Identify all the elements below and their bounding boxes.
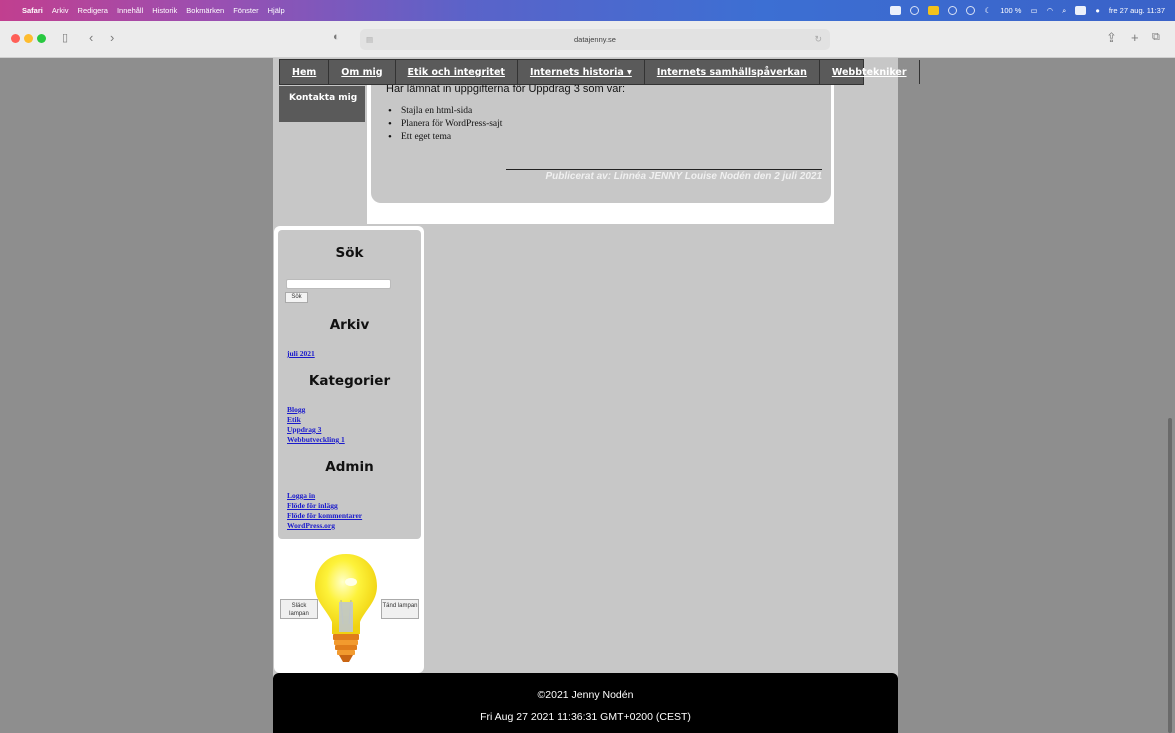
categories-heading: Kategorier — [308, 373, 391, 389]
status-camera-icon[interactable] — [910, 6, 920, 15]
clock[interactable]: fre 27 aug. 11:37 — [1109, 6, 1165, 15]
nav-hem[interactable]: Hem — [280, 60, 330, 84]
status-power-icon[interactable] — [966, 6, 976, 15]
zoom-window-icon[interactable] — [37, 34, 46, 43]
nav-om-mig[interactable]: Om mig — [329, 60, 396, 84]
battery-percent[interactable]: 100 % — [1000, 6, 1021, 15]
battery-icon[interactable]: ▭ — [1030, 6, 1037, 15]
admin-heading: Admin — [325, 459, 374, 475]
moon-icon[interactable]: ☾ — [984, 6, 991, 15]
privacy-shield-icon[interactable]: ◐ — [333, 31, 340, 43]
menu-safari[interactable]: Safari — [22, 6, 43, 15]
menu-historik[interactable]: Historik — [152, 6, 177, 15]
back-icon[interactable]: ‹ — [89, 30, 93, 45]
admin-link[interactable]: Logga in — [287, 491, 315, 500]
address-bar[interactable]: ▤ datajenny.se ↻ — [360, 29, 830, 50]
page-icon: ▤ — [366, 35, 374, 44]
menu-innehall[interactable]: Innehåll — [117, 6, 143, 15]
nav-etik[interactable]: Etik och integritet — [396, 60, 518, 84]
post-list: Stajla en html-sida Planera för WordPres… — [388, 105, 502, 145]
nav-samhallspaverkan[interactable]: Internets samhällspåverkan — [645, 60, 820, 84]
site-footer: ©2021 Jenny Nodén Fri Aug 27 2021 11:36:… — [273, 673, 898, 733]
nav-webbtekniker[interactable]: Webbtekniker — [820, 60, 920, 84]
wifi-icon[interactable]: ◠ — [1047, 6, 1054, 15]
byline-divider — [506, 169, 822, 170]
post-byline: Publicerat av: Linnéa JENNY Louise Nodén… — [545, 171, 822, 182]
turn-off-lamp-button[interactable]: Släck lampan — [280, 599, 318, 619]
status-notes-icon[interactable] — [928, 6, 940, 15]
search-heading: Sök — [335, 245, 364, 261]
macos-menubar: Safari Arkiv Redigera Innehåll Historik … — [0, 0, 1175, 21]
post-list-item: Ett eget tema — [388, 131, 502, 143]
tab-overview-icon[interactable]: ⧉ — [1152, 31, 1160, 44]
share-icon[interactable]: ⇪ — [1106, 30, 1117, 46]
search-icon[interactable]: ⌕ — [1062, 6, 1066, 16]
post-list-item: Planera för WordPress-sajt — [388, 118, 502, 130]
menu-redigera[interactable]: Redigera — [78, 6, 108, 15]
footer-date: Fri Aug 27 2021 11:36:31 GMT+0200 (CEST) — [480, 711, 691, 723]
reload-icon[interactable]: ↻ — [814, 29, 822, 50]
category-link[interactable]: Uppdrag 3 — [287, 425, 321, 434]
close-window-icon[interactable] — [11, 34, 20, 43]
footer-copyright: ©2021 Jenny Nodén — [537, 689, 634, 701]
menu-bokmarken[interactable]: Bokmärken — [186, 6, 224, 15]
control-center-icon[interactable] — [1075, 6, 1087, 15]
status-app-icon[interactable] — [890, 6, 902, 15]
safari-toolbar: ▯ ‹ › ◐ ▤ datajenny.se ↻ ⇪ + ⧉ — [0, 21, 1175, 58]
search-button[interactable]: Sök — [285, 292, 308, 303]
menu-fonster[interactable]: Fönster — [233, 6, 258, 15]
menu-arkiv[interactable]: Arkiv — [52, 6, 69, 15]
nav-historia[interactable]: Internets historia ▾ — [518, 60, 645, 84]
status-info-icon[interactable] — [948, 6, 958, 15]
forward-icon[interactable]: › — [110, 30, 114, 45]
post-list-item: Stajla en html-sida — [388, 105, 502, 117]
main-nav: Hem Om mig Etik och integritet Internets… — [279, 59, 920, 85]
nav-kontakta-mig[interactable]: Kontakta mig — [279, 86, 365, 122]
category-link[interactable]: Webbutveckling 1 — [287, 435, 345, 444]
search-input[interactable] — [286, 279, 391, 289]
lightbulb-icon — [315, 554, 377, 662]
minimize-window-icon[interactable] — [24, 34, 33, 43]
category-link[interactable]: Blogg — [287, 405, 305, 414]
siri-icon[interactable]: ● — [1095, 6, 1100, 15]
menu-hjalp[interactable]: Hjälp — [268, 6, 285, 15]
sidebar-toggle-icon[interactable]: ▯ — [62, 31, 68, 44]
admin-link[interactable]: Flöde för inlägg — [287, 501, 338, 510]
archive-link[interactable]: juli 2021 — [287, 349, 315, 358]
archive-heading: Arkiv — [329, 317, 370, 333]
admin-link[interactable]: Flöde för kommentarer — [287, 511, 362, 520]
scrollbar[interactable] — [1168, 418, 1172, 733]
admin-link[interactable]: WordPress.org — [287, 521, 335, 530]
turn-on-lamp-button[interactable]: Tänd lampan — [381, 599, 419, 619]
address-url: datajenny.se — [574, 35, 616, 44]
new-tab-icon[interactable]: + — [1131, 30, 1139, 45]
category-link[interactable]: Etik — [287, 415, 301, 424]
